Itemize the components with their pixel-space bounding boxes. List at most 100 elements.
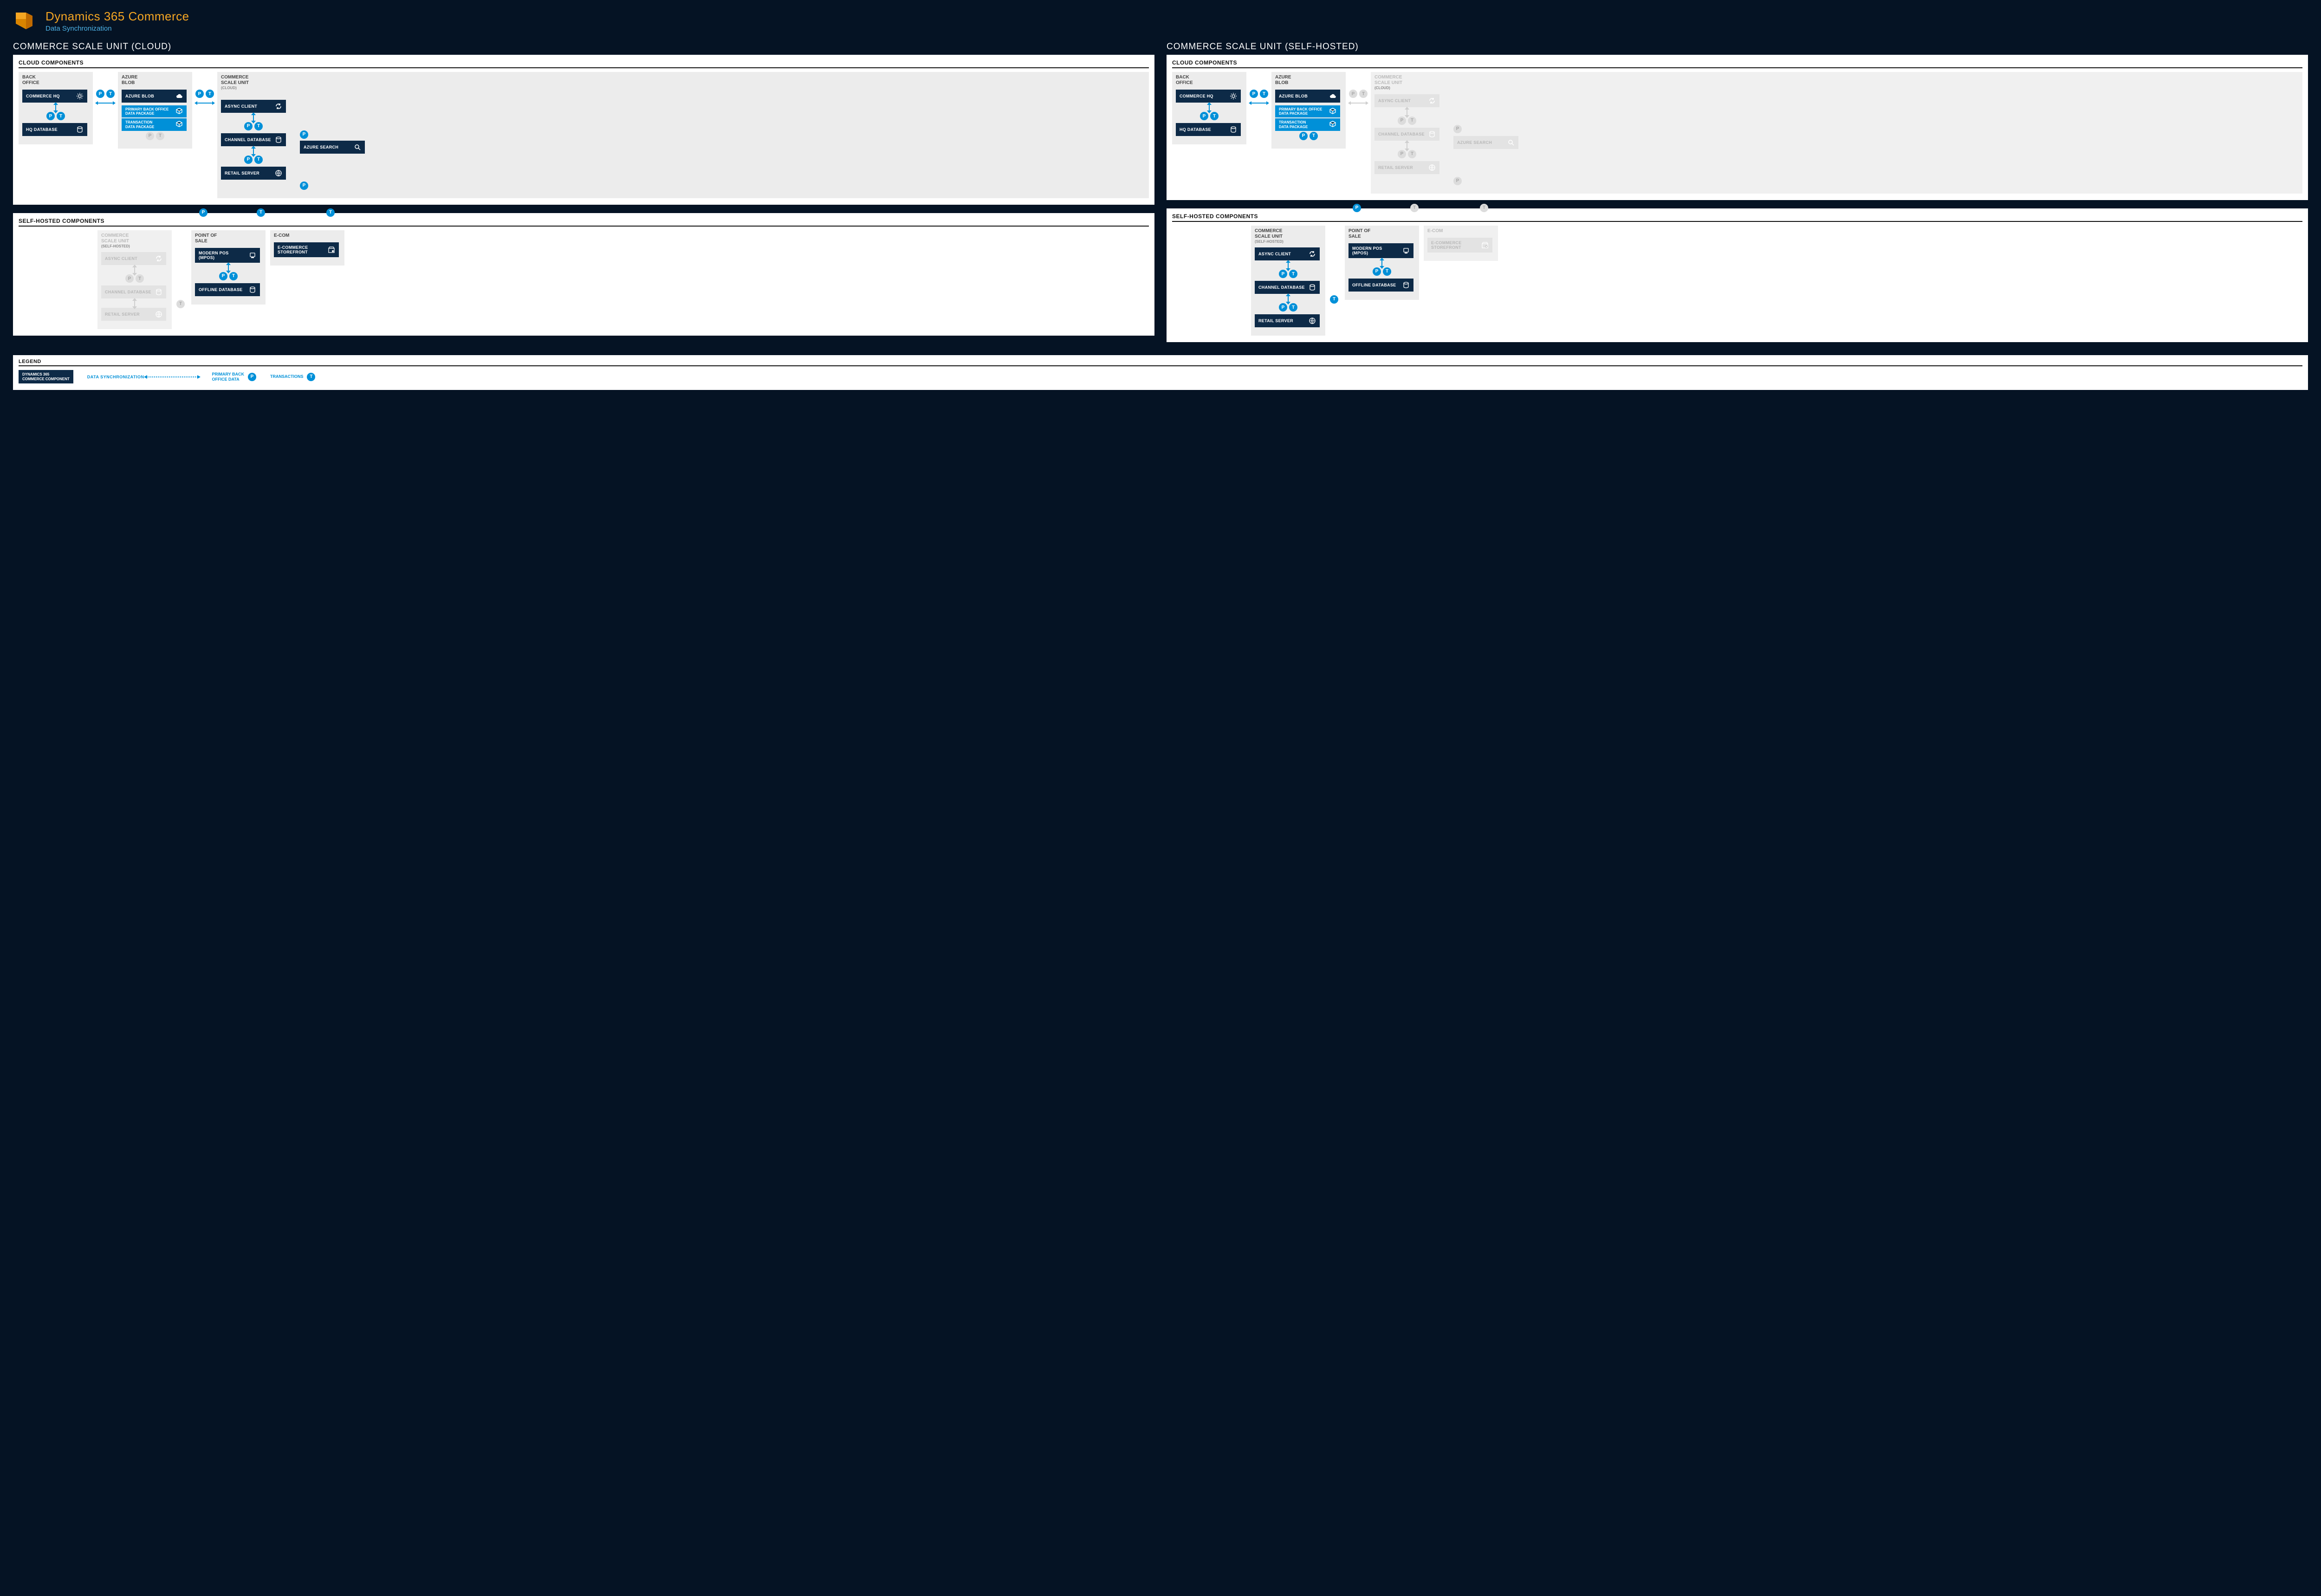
box-icon [1329,107,1336,116]
bidir-arrow-icon [101,300,168,307]
p-badge: P [1453,125,1462,133]
t-badge: T [1410,204,1419,212]
component-label: RETAIL SERVER [105,312,140,317]
zone-sublabel: (CLOUD) [221,86,1145,91]
database-icon [1428,130,1436,138]
async-client-ghost: ASYNC CLIENT [1374,94,1439,107]
zone-csu-cloud: COMMERCE SCALE UNIT (CLOUD) ASYNC CLIENT… [217,72,1149,198]
zone-sublabel: (CLOUD) [1374,86,2299,91]
legend-panel: LEGEND DYNAMICS 365 COMMERCE COMPONENT D… [13,355,2308,390]
sync-icon [1309,250,1316,258]
t-badge: T [307,373,315,381]
connector-ghost: PT [1350,72,1366,104]
cloud-icon [1329,92,1336,100]
zone-label-text: COMMERCE SCALE UNIT [1374,75,1402,85]
commerce-hq: COMMERCE HQ [1176,90,1241,103]
bidir-arrow-icon [1176,104,1243,111]
modern-pos: MODERN POS (MPOS) [1349,243,1413,258]
legend-label: TRANSACTIONS [270,374,304,379]
p-badge: P [248,373,256,381]
component-label: RETAIL SERVER [1258,318,1293,323]
azure-blob: AZURE BLOB [122,90,187,103]
cloud-icon [175,92,183,100]
pos-icon [249,252,256,259]
t-badge: T [257,208,265,217]
bidir-arrow-icon [1349,260,1415,266]
sync-icon [275,103,282,110]
bidir-arrow-icon [1251,103,1267,104]
database-icon [249,286,256,293]
cloud-components-panel: CLOUD COMPONENTS BACK OFFICE COMMERCE HQ… [13,55,1154,205]
retail-server-ghost: RETAIL SERVER [101,308,166,321]
database-icon [155,288,162,296]
scenario-self-hosted: COMMERCE SCALE UNIT (SELF-HOSTED) CLOUD … [1167,42,2308,354]
legend-transactions: TRANSACTIONS T [270,373,316,381]
zone-csu-self: COMMERCE SCALE UNIT (SELF-HOSTED) ASYNC … [1251,226,1325,336]
async-client: ASYNC CLIENT [1255,247,1320,260]
pkg-label: TRANSACTION DATA PACKAGE [125,120,154,129]
zone-csu-self-ghost: COMMERCE SCALE UNIT (SELF-HOSTED) ASYNC … [97,230,172,330]
channel-database-ghost: CHANNEL DATABASE [101,285,166,298]
p-badge: P [1349,90,1357,98]
component-label: AZURE BLOB [125,94,154,98]
globe-icon [1428,164,1436,171]
zone-label-text: COMMERCE SCALE UNIT [101,233,129,244]
offline-database: OFFLINE DATABASE [1349,279,1413,292]
panel-title: CLOUD COMPONENTS [19,59,1149,68]
component-label: ASYNC CLIENT [1378,98,1411,103]
async-client-ghost: ASYNC CLIENT [101,252,166,265]
p-badge: P [300,182,308,190]
bidir-arrow-icon [195,265,262,271]
hq-database: HQ DATABASE [1176,123,1241,136]
legend-component-chip: DYNAMICS 365 COMMERCE COMPONENT [19,370,73,383]
p-badge: P [96,90,104,98]
legend-title: LEGEND [19,359,2302,366]
p-badge: P [1250,90,1258,98]
bidir-arrow-icon [1350,103,1366,104]
p-badge: P [195,90,204,98]
component-label: MODERN POS (MPOS) [1352,246,1382,255]
p-badge: P [1453,177,1462,185]
self-hosted-panel: SELF-HOSTED COMPONENTS COMMERCE SCALE UN… [13,213,1154,336]
database-icon [1402,281,1410,289]
database-icon [1309,284,1316,291]
bidir-arrow-icon [1255,296,1322,302]
zone-label: AZURE BLOB [1275,75,1342,86]
component-label: E-COMMERCE STOREFRONT [278,245,308,254]
component-label: MODERN POS (MPOS) [199,251,229,260]
cloud-components-panel: CLOUD COMPONENTS BACK OFFICE COMMERCE HQ… [1167,55,2308,200]
p-badge: P [1353,204,1361,212]
channel-database-ghost: CHANNEL DATABASE [1374,128,1439,141]
zone-back-office: BACK OFFICE COMMERCE HQ P T HQ DATABASE [19,72,93,144]
zone-pos: POINT OF SALE MODERN POS (MPOS) PT OFFLI… [1345,226,1419,300]
component-label: OFFLINE DATABASE [199,287,242,292]
t-badge: T [1310,132,1318,140]
hq-database: HQ DATABASE [22,123,87,136]
t-badge: T [1480,204,1488,212]
database-icon [275,136,282,143]
ecommerce-storefront: E-COMMERCE STOREFRONT [274,242,339,257]
logo-icon [13,10,35,32]
component-label: CHANNEL DATABASE [1378,132,1425,136]
sync-icon [1428,97,1436,104]
scenario-cloud: COMMERCE SCALE UNIT (CLOUD) CLOUD COMPON… [13,42,1154,354]
page-title: Dynamics 365 Commerce [45,9,189,24]
t-badge: T [326,208,335,217]
component-label: COMMERCE HQ [1180,94,1213,98]
connector: PT [97,72,113,104]
connector: PT [197,72,213,104]
legend-primary: PRIMARY BACK OFFICE DATA P [212,372,256,382]
p-badge: P [146,132,154,140]
ecommerce-storefront-ghost: E-COMMERCE STOREFRONT [1427,238,1492,253]
component-label: OFFLINE DATABASE [1352,283,1396,287]
bidir-arrow-icon [22,104,89,111]
database-icon [1230,126,1237,133]
p-badge: P [1299,132,1308,140]
box-icon [175,120,183,129]
bidir-arrow-icon [197,103,213,104]
t-badge: T [1330,295,1338,304]
legend-label: PRIMARY BACK OFFICE DATA [212,372,244,382]
zone-label: COMMERCE SCALE UNIT (SELF-HOSTED) [101,233,168,249]
azure-blob: AZURE BLOB [1275,90,1340,103]
legend-flow: DATA SYNCHRONIZATION [87,375,198,379]
